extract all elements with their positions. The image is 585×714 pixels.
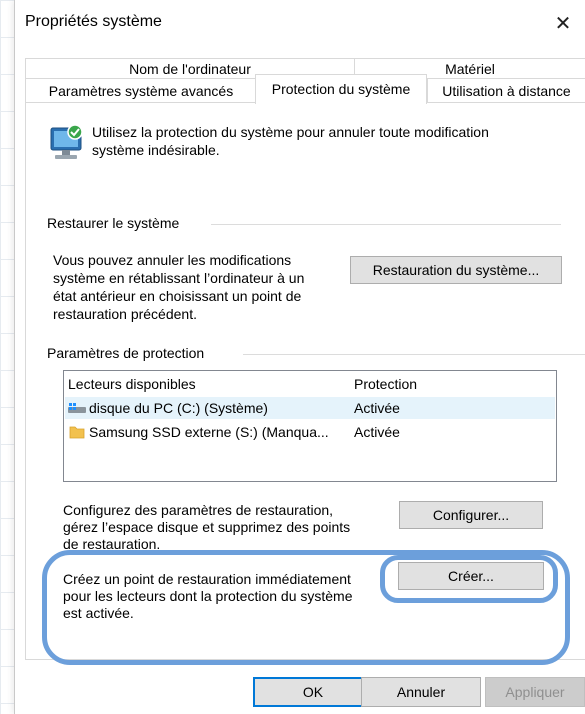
intro-text-line2: système indésirable.	[92, 142, 220, 158]
windows-drive-icon	[67, 401, 87, 415]
ok-button-label: OK	[302, 684, 324, 700]
system-protection-icon	[45, 124, 87, 164]
title-bar: Propriétés système ✕	[15, 0, 585, 46]
create-desc-line1: Créez un point de restauration immédiate…	[63, 571, 351, 587]
tab-label: Nom de l'ordinateur	[129, 61, 251, 77]
protection-status: Activée	[354, 424, 400, 440]
protection-status: Activée	[354, 400, 400, 416]
drive-name: Samsung SSD externe (S:) (Manqua...	[89, 424, 329, 440]
folder-icon	[69, 424, 85, 440]
configure-button-label: Configurer...	[432, 507, 510, 523]
create-button[interactable]: Créer...	[398, 562, 544, 590]
tab-utilisation-distance[interactable]: Utilisation à distance	[427, 78, 585, 102]
system-restore-button[interactable]: Restauration du système...	[350, 256, 562, 284]
restore-desc-line3: état antérieur en choisissant un point d…	[53, 288, 302, 304]
tab-label: Utilisation à distance	[442, 82, 571, 99]
intro-text-line1: Utilisez la protection du système pour a…	[92, 124, 489, 140]
close-icon: ✕	[554, 12, 572, 35]
tab-label: Matériel	[445, 61, 495, 77]
restore-desc-line2: système en rétablissant l’ordinateur à u…	[53, 270, 305, 286]
list-item[interactable]: Samsung SSD externe (S:) (Manqua... Acti…	[65, 421, 555, 443]
tab-protection-systeme[interactable]: Protection du système	[255, 74, 427, 104]
list-item[interactable]: disque du PC (C:) (Système) Activée	[65, 397, 555, 419]
protection-group-label: Paramètres de protection	[47, 345, 205, 361]
system-restore-button-label: Restauration du système...	[372, 262, 540, 278]
configure-desc-line3: de restauration.	[63, 536, 161, 552]
tab-parametres-avances[interactable]: Paramètres système avancés	[25, 78, 257, 102]
create-desc-line3: est activée.	[63, 605, 134, 621]
restore-desc-line1: Vous pouvez annuler les modifications	[53, 252, 292, 268]
drive-name: disque du PC (C:) (Système)	[89, 400, 268, 416]
configure-desc-line1: Configurez des paramètres de restauratio…	[63, 502, 334, 518]
cancel-button-label: Annuler	[396, 684, 446, 700]
system-properties-dialog: Propriétés système ✕ Nom de l'ordinateur…	[14, 0, 585, 714]
column-header-protection[interactable]: Protection	[354, 376, 417, 392]
restore-group-divider	[211, 224, 561, 225]
tab-label: Paramètres système avancés	[48, 82, 234, 99]
ok-button[interactable]: OK	[253, 677, 373, 707]
close-button[interactable]: ✕	[540, 0, 585, 46]
create-desc-line2: pour les lecteurs dont la protection du …	[63, 588, 353, 604]
tab-label: Protection du système	[271, 81, 411, 97]
configure-button[interactable]: Configurer...	[399, 501, 543, 529]
restore-group-label: Restaurer le système	[47, 215, 180, 231]
window-title: Propriétés système	[25, 13, 162, 30]
apply-button[interactable]: Appliquer	[485, 677, 585, 707]
drives-list[interactable]: Lecteurs disponibles Protection disque d…	[63, 370, 557, 482]
column-header-drives[interactable]: Lecteurs disponibles	[68, 376, 196, 392]
apply-button-label: Appliquer	[505, 684, 565, 700]
configure-desc-line2: gérez l’espace disque et supprimez des p…	[63, 519, 351, 535]
protection-group-divider	[243, 354, 585, 355]
restore-desc-line4: restauration précédent.	[53, 306, 197, 322]
create-button-label: Créer...	[448, 568, 494, 584]
cancel-button[interactable]: Annuler	[361, 677, 481, 707]
